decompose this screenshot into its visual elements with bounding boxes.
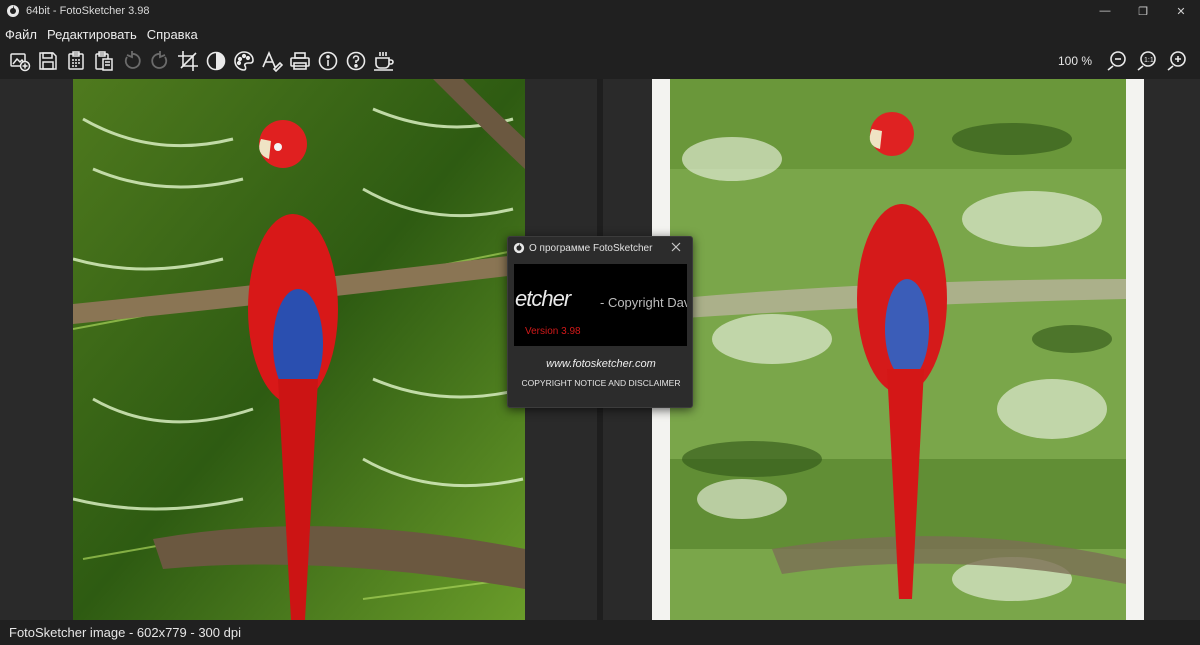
save-button[interactable] <box>34 47 62 75</box>
undo-button[interactable] <box>118 47 146 75</box>
minimize-button[interactable]: — <box>1086 0 1124 22</box>
text-icon <box>262 50 283 72</box>
about-dialog-title: О программе FotoSketcher <box>529 242 653 254</box>
status-text: FotoSketcher image - 602x779 - 300 dpi <box>9 625 241 640</box>
paste-icon <box>95 51 113 71</box>
zoom-out-button[interactable] <box>1102 46 1132 74</box>
zoom-in-icon <box>1167 51 1186 71</box>
palette-icon <box>234 51 254 71</box>
app-logo-icon <box>7 5 19 17</box>
sketch-result[interactable] <box>652 79 1144 620</box>
about-dialog-titlebar[interactable]: О программе FotoSketcher <box>508 237 692 259</box>
original-parrot-image <box>73 79 525 620</box>
zoom-actual-icon: 1:1 <box>1137 51 1156 71</box>
crop-icon <box>178 51 198 71</box>
restore-button[interactable]: ❐ <box>1124 0 1162 22</box>
paste-button[interactable] <box>90 47 118 75</box>
redo-button[interactable] <box>146 47 174 75</box>
about-dialog: О программе FotoSketcher etcher - Copyri… <box>507 236 693 408</box>
close-button[interactable]: ✕ <box>1162 0 1200 22</box>
menu-help[interactable]: Справка <box>146 27 199 42</box>
undo-icon <box>124 51 141 69</box>
toolbar: 100 % 1:1 <box>0 46 1200 76</box>
zoom-actual-button[interactable]: 1:1 <box>1132 46 1162 74</box>
open-image-icon <box>10 53 31 72</box>
open-image-button[interactable] <box>6 47 34 75</box>
contrast-icon <box>206 51 226 71</box>
add-text-button[interactable] <box>258 47 286 75</box>
zoom-out-icon <box>1107 51 1126 71</box>
contrast-button[interactable] <box>202 47 230 75</box>
close-icon[interactable] <box>670 241 682 253</box>
redo-icon <box>151 51 168 69</box>
banner-copyright-text: - Copyright David T <box>600 295 687 310</box>
banner-version-text: Version 3.98 <box>525 326 581 337</box>
original-photo[interactable] <box>73 79 525 620</box>
help-icon <box>346 51 366 71</box>
palette-button[interactable] <box>230 47 258 75</box>
zoom-controls: 1:1 <box>1096 46 1192 74</box>
title-bar: 64bit - FotoSketcher 3.98 — ❐ ✕ <box>0 0 1200 22</box>
crop-button[interactable] <box>174 47 202 75</box>
window-title: 64bit - FotoSketcher 3.98 <box>26 5 150 17</box>
print-icon <box>290 52 310 70</box>
zoom-level: 100 % <box>1057 54 1092 68</box>
window-controls: — ❐ ✕ <box>1086 0 1200 22</box>
coffee-icon <box>374 52 394 71</box>
copyright-notice-link[interactable]: COPYRIGHT NOTICE AND DISCLAIMER <box>508 378 694 388</box>
status-bar: FotoSketcher image - 602x779 - 300 dpi <box>0 620 1200 645</box>
print-button[interactable] <box>286 47 314 75</box>
svg-text:1:1: 1:1 <box>1144 57 1154 64</box>
banner-brand-text: etcher <box>515 286 571 311</box>
painted-parrot-image <box>670 79 1126 620</box>
menu-file[interactable]: Файл <box>4 27 38 42</box>
copy-icon <box>68 51 84 70</box>
website-link[interactable]: www.fotosketcher.com <box>508 358 694 370</box>
save-icon <box>39 52 57 70</box>
copy-button[interactable] <box>62 47 90 75</box>
menu-bar: Файл Редактировать Справка <box>0 24 207 44</box>
info-icon <box>318 51 338 71</box>
menu-edit[interactable]: Редактировать <box>46 27 138 42</box>
help-button[interactable] <box>342 47 370 75</box>
info-button[interactable] <box>314 47 342 75</box>
about-banner: etcher - Copyright David T Version 3.98 <box>514 264 687 346</box>
app-logo-icon <box>513 242 525 254</box>
zoom-in-button[interactable] <box>1162 46 1192 74</box>
donate-button[interactable] <box>370 47 398 75</box>
